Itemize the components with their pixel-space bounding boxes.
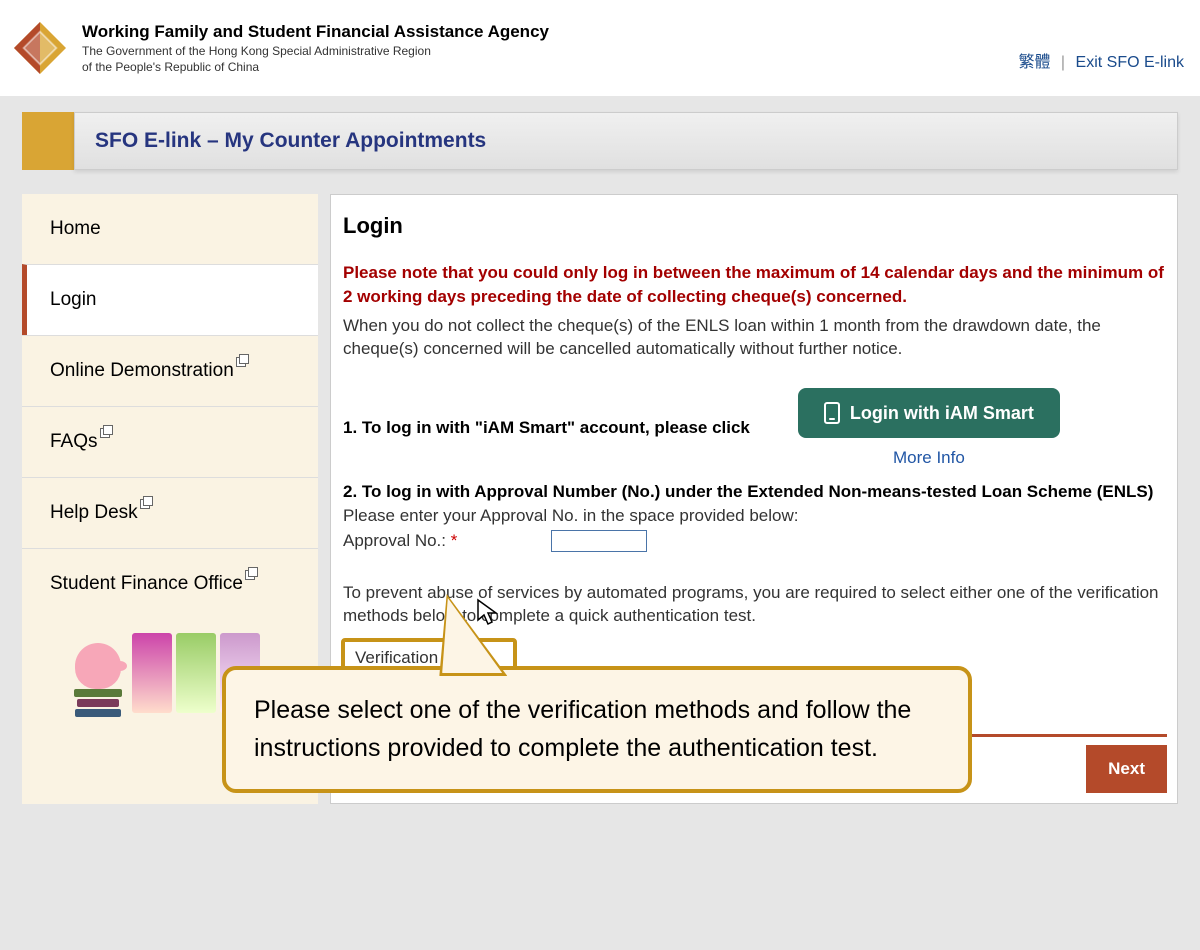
instruction-callout: Please select one of the verification me…	[222, 666, 972, 793]
header-links: 繁體 | Exit SFO E-link	[1018, 18, 1190, 72]
approval-no-label: Approval No.: *	[343, 531, 551, 551]
logo-area: Working Family and Student Financial Ass…	[10, 18, 549, 78]
sidebar-item-login[interactable]: Login	[22, 264, 318, 335]
sidebar-item-label: Home	[50, 218, 101, 239]
cheque-cancel-info: When you do not collect the cheque(s) of…	[343, 315, 1167, 361]
login-iam-smart-button[interactable]: Login with iAM Smart	[798, 388, 1060, 438]
iam-button-label: Login with iAM Smart	[850, 403, 1034, 424]
header: Working Family and Student Financial Ass…	[0, 0, 1200, 96]
login-timing-notice: Please note that you could only log in b…	[343, 261, 1167, 309]
sidebar-item-label: Help Desk	[50, 502, 138, 523]
more-info-link[interactable]: More Info	[893, 448, 965, 468]
sidebar-item-demo[interactable]: Online Demonstration	[22, 335, 318, 406]
lang-toggle-link[interactable]: 繁體	[1018, 54, 1050, 71]
sidebar-item-label: Online Demonstration	[50, 360, 234, 381]
title-bar: SFO E-link – My Counter Appointments	[22, 112, 1178, 170]
external-link-icon	[245, 567, 259, 581]
content-heading: Login	[343, 213, 1167, 239]
sidebar-item-faqs[interactable]: FAQs	[22, 406, 318, 477]
external-link-icon	[100, 425, 114, 439]
iam-smart-wrap: Login with iAM Smart More Info	[798, 388, 1060, 468]
step2-sublabel: Please enter your Approval No. in the sp…	[343, 506, 1167, 526]
exit-link[interactable]: Exit SFO E-link	[1076, 54, 1184, 71]
step1-label: 1. To log in with "iAM Smart" account, p…	[343, 418, 750, 438]
agency-subtitle: The Government of the Hong Kong Special …	[82, 44, 549, 75]
required-asterisk: *	[451, 531, 458, 550]
title-bar-wrap: SFO E-link – My Counter Appointments	[0, 96, 1200, 170]
approval-no-input[interactable]	[551, 530, 647, 552]
link-separator: |	[1061, 54, 1065, 71]
agency-title: Working Family and Student Financial Ass…	[82, 22, 549, 42]
external-link-icon	[140, 496, 154, 510]
logo-text: Working Family and Student Financial Ass…	[82, 18, 549, 75]
sidebar-item-home[interactable]: Home	[22, 194, 318, 264]
next-button[interactable]: Next	[1086, 745, 1167, 793]
page-title: SFO E-link – My Counter Appointments	[74, 112, 1178, 170]
piggy-bank-icon	[74, 643, 124, 719]
sidebar-item-label: Student Finance Office	[50, 573, 243, 594]
step2-label: 2. To log in with Approval Number (No.) …	[343, 482, 1167, 502]
approval-no-row: Approval No.: *	[343, 530, 1167, 552]
sidebar-item-label: Login	[50, 289, 97, 310]
external-link-icon	[236, 354, 250, 368]
sidebar-item-helpdesk[interactable]: Help Desk	[22, 477, 318, 548]
sidebar-item-label: FAQs	[50, 431, 98, 452]
smartphone-icon	[824, 402, 840, 424]
step1-row: 1. To log in with "iAM Smart" account, p…	[343, 388, 1167, 468]
agency-logo-icon	[10, 18, 70, 78]
sidebar-item-sfo[interactable]: Student Finance Office	[22, 548, 318, 619]
title-accent	[22, 112, 74, 170]
approval-label-text: Approval No.:	[343, 531, 446, 550]
